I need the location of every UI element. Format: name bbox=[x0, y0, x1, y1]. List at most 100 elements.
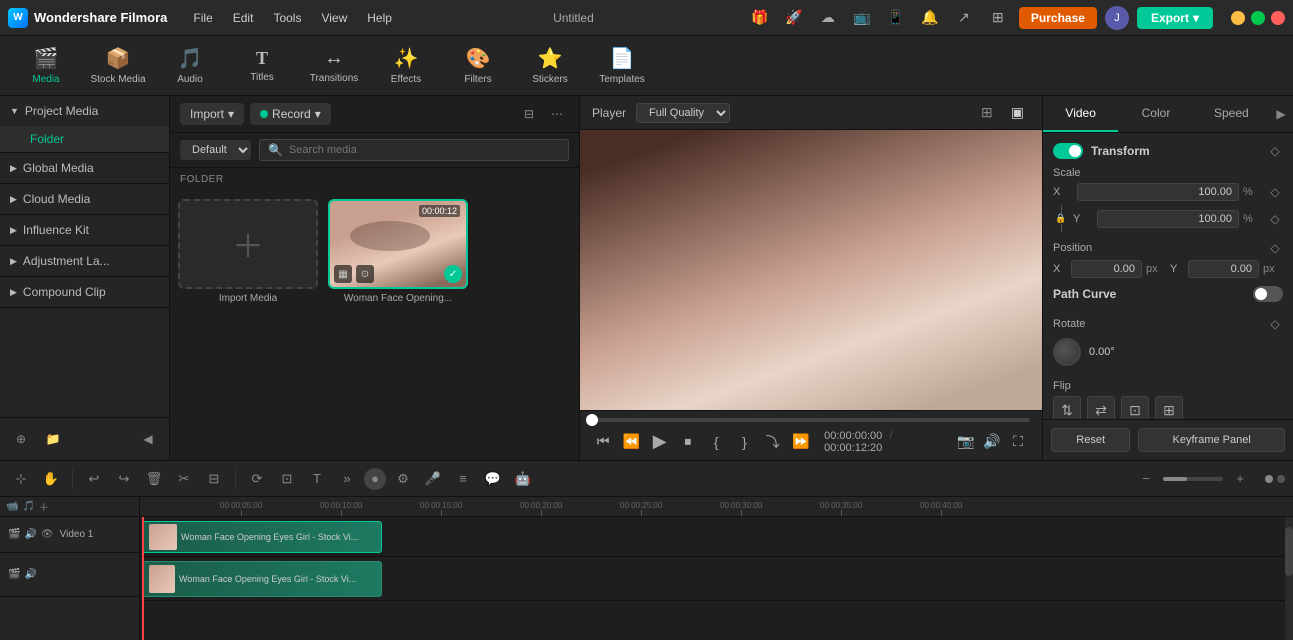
tl-settings-icon[interactable]: ⚙ bbox=[390, 466, 416, 492]
flip-horizontal-icon[interactable]: ⇅ bbox=[1053, 396, 1081, 419]
tl-auto-icon[interactable]: ≡ bbox=[450, 466, 476, 492]
import-media-thumb[interactable]: ＋ Import Media bbox=[178, 199, 318, 452]
y-scale-keyframe-icon[interactable]: ◇ bbox=[1267, 211, 1283, 227]
y-scale-input[interactable] bbox=[1097, 210, 1239, 228]
progress-bar[interactable] bbox=[592, 418, 1030, 422]
tool-effects[interactable]: ✨ Effects bbox=[372, 40, 440, 92]
user-avatar[interactable]: J bbox=[1105, 6, 1129, 30]
search-input[interactable] bbox=[289, 144, 560, 156]
folder-item[interactable]: Folder bbox=[0, 126, 169, 152]
snapshot-icon[interactable]: 📷 bbox=[954, 430, 978, 454]
grid-view-icon[interactable]: ⊞ bbox=[975, 102, 999, 123]
y-pos-input[interactable] bbox=[1188, 260, 1259, 278]
reset-button[interactable]: Reset bbox=[1051, 428, 1130, 452]
path-curve-toggle[interactable] bbox=[1253, 286, 1283, 302]
project-media-header[interactable]: ▼ Project Media bbox=[0, 96, 169, 126]
maximize-button[interactable]: □ bbox=[1251, 11, 1265, 25]
menu-edit[interactable]: Edit bbox=[225, 7, 262, 29]
tool-titles[interactable]: T Titles bbox=[228, 40, 296, 92]
tool-stickers[interactable]: ⭐ Stickers bbox=[516, 40, 584, 92]
sort-select[interactable]: Default bbox=[180, 140, 251, 160]
tl-more-icon[interactable]: » bbox=[334, 466, 360, 492]
flip-option4-icon[interactable]: ⊞ bbox=[1155, 396, 1183, 419]
add-panel-icon[interactable]: ⊕ bbox=[8, 426, 34, 452]
phone-icon[interactable]: 📱 bbox=[883, 5, 909, 31]
menu-view[interactable]: View bbox=[313, 7, 355, 29]
stop-icon[interactable]: ⏹ bbox=[677, 430, 699, 454]
tl-subtitle-icon[interactable]: 💬 bbox=[480, 466, 506, 492]
quality-select[interactable]: Full Quality bbox=[636, 103, 730, 123]
step-forward-icon[interactable]: ⏩ bbox=[790, 430, 812, 454]
clip-1[interactable]: Woman Face Opening Eyes Girl - Stock Vi.… bbox=[142, 521, 382, 553]
rotate-knob[interactable] bbox=[1053, 338, 1081, 366]
flip-vertical-icon[interactable]: ⇄ bbox=[1087, 396, 1115, 419]
tl-ai-icon[interactable]: 🤖 bbox=[510, 466, 536, 492]
video-clip-thumb[interactable]: 00:00:12 ▦ ⊙ ✓ Woman Face Opening... bbox=[328, 199, 468, 452]
tl-hand-icon[interactable]: ✋ bbox=[38, 466, 64, 492]
mark-out-icon[interactable]: } bbox=[733, 430, 755, 454]
flip-option3-icon[interactable]: ⊡ bbox=[1121, 396, 1149, 419]
record-button[interactable]: Record ▾ bbox=[250, 103, 331, 125]
grid-icon[interactable]: ⊞ bbox=[985, 5, 1011, 31]
tl-audio-icon[interactable]: 🎤 bbox=[420, 466, 446, 492]
tl-split-icon[interactable]: ⊟ bbox=[201, 466, 227, 492]
tab-color[interactable]: Color bbox=[1118, 96, 1193, 132]
export-button[interactable]: Export ▾ bbox=[1137, 7, 1213, 29]
screen-icon[interactable]: 📺 bbox=[849, 5, 875, 31]
tl-undo-icon[interactable]: ↩ bbox=[81, 466, 107, 492]
tool-stock-media[interactable]: 📦 Stock Media bbox=[84, 40, 152, 92]
cloud-icon[interactable]: ☁ bbox=[815, 5, 841, 31]
tool-filters[interactable]: 🎨 Filters bbox=[444, 40, 512, 92]
transform-toggle[interactable] bbox=[1053, 143, 1083, 159]
add-track-icon[interactable]: 📹 bbox=[6, 501, 18, 512]
filter-icon[interactable]: ⊟ bbox=[517, 102, 541, 126]
tabs-arrow-icon[interactable]: ▶ bbox=[1269, 96, 1293, 132]
tl-cut-icon[interactable]: ✂ bbox=[171, 466, 197, 492]
purchase-button[interactable]: Purchase bbox=[1019, 7, 1097, 29]
transform-keyframe-icon[interactable]: ◇ bbox=[1267, 143, 1283, 159]
tool-templates[interactable]: 📄 Templates bbox=[588, 40, 656, 92]
compound-clip-header[interactable]: ▶ Compound Clip bbox=[0, 277, 169, 307]
minimize-button[interactable]: − bbox=[1231, 11, 1245, 25]
rocket-icon[interactable]: 🚀 bbox=[781, 5, 807, 31]
tl-snap-icon[interactable]: ● bbox=[364, 468, 386, 490]
notification-icon[interactable]: 🔔 bbox=[917, 5, 943, 31]
clip-2[interactable]: Woman Face Opening Eyes Girl - Stock Vi.… bbox=[142, 561, 382, 597]
play-icon[interactable]: ▶ bbox=[649, 430, 671, 454]
add-audio-icon[interactable]: 🎵 bbox=[22, 501, 34, 512]
tl-redo-icon[interactable]: ↪ bbox=[111, 466, 137, 492]
close-button[interactable]: ✕ bbox=[1271, 11, 1285, 25]
collapse-panel-icon[interactable]: ◀ bbox=[135, 426, 161, 452]
tl-delete-icon[interactable]: 🗑 bbox=[141, 466, 167, 492]
adjustment-header[interactable]: ▶ Adjustment La... bbox=[0, 246, 169, 276]
zoom-slider[interactable] bbox=[1163, 477, 1223, 481]
gift-icon[interactable]: 🎁 bbox=[747, 5, 773, 31]
menu-help[interactable]: Help bbox=[359, 7, 400, 29]
fullscreen-icon[interactable]: ⛶ bbox=[1006, 430, 1030, 454]
zoom-dot1[interactable] bbox=[1265, 475, 1273, 483]
import-button[interactable]: Import ▾ bbox=[180, 103, 244, 125]
more-options-icon[interactable]: ⋯ bbox=[545, 102, 569, 126]
add-icon[interactable]: ＋ bbox=[39, 499, 49, 514]
zoom-out-icon[interactable]: − bbox=[1133, 466, 1159, 492]
audio-icon[interactable]: 🔊 bbox=[980, 430, 1004, 454]
zoom-in-icon[interactable]: + bbox=[1227, 466, 1253, 492]
menu-file[interactable]: File bbox=[185, 7, 220, 29]
full-view-icon[interactable]: ▣ bbox=[1005, 102, 1030, 123]
cloud-media-header[interactable]: ▶ Cloud Media bbox=[0, 184, 169, 214]
tool-media[interactable]: 🎬 Media bbox=[12, 40, 80, 92]
tl-select-icon[interactable]: ⊹ bbox=[8, 466, 34, 492]
vertical-scrollbar[interactable] bbox=[1285, 517, 1293, 640]
position-keyframe-icon[interactable]: ◇ bbox=[1267, 240, 1283, 256]
x-pos-input[interactable] bbox=[1071, 260, 1142, 278]
tool-audio[interactable]: 🎵 Audio bbox=[156, 40, 224, 92]
tl-crop-icon[interactable]: ⊡ bbox=[274, 466, 300, 492]
step-back-icon[interactable]: ⏪ bbox=[620, 430, 642, 454]
tab-video[interactable]: Video bbox=[1043, 96, 1118, 132]
tab-speed[interactable]: Speed bbox=[1194, 96, 1269, 132]
x-scale-input[interactable] bbox=[1077, 183, 1239, 201]
menu-tools[interactable]: Tools bbox=[265, 7, 309, 29]
tl-speed-icon[interactable]: ⟳ bbox=[244, 466, 270, 492]
global-media-header[interactable]: ▶ Global Media bbox=[0, 153, 169, 183]
influence-kit-header[interactable]: ▶ Influence Kit bbox=[0, 215, 169, 245]
